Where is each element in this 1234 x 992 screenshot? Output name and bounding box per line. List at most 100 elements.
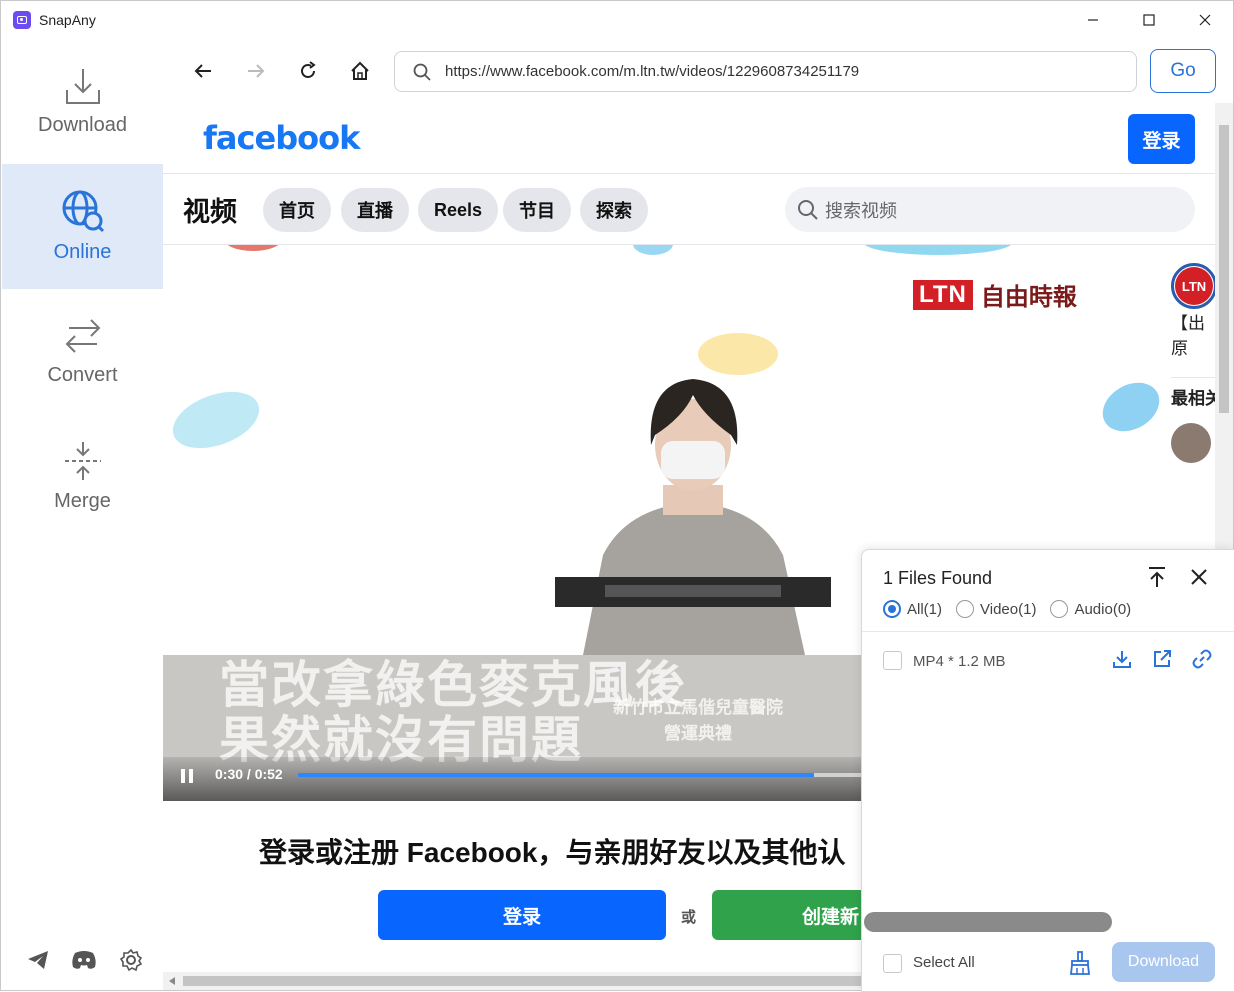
minimize-button[interactable] — [1065, 1, 1121, 39]
related-column: LTN 【出原 害】... 最相关 — [1171, 263, 1215, 463]
back-button[interactable] — [189, 57, 217, 85]
panel-footer: Select All Download — [862, 942, 1234, 992]
sidebar-item-label: Online — [53, 241, 112, 263]
fb-login-button[interactable]: 登录 — [1128, 114, 1195, 164]
select-all-checkbox[interactable] — [883, 954, 902, 973]
sidebar-footer — [27, 948, 143, 972]
search-icon — [798, 199, 818, 220]
video-progress-fill — [298, 773, 814, 777]
go-button[interactable]: Go — [1150, 49, 1216, 93]
pause-button[interactable] — [181, 769, 195, 783]
sidebar-item-label: Merge — [54, 490, 111, 512]
scroll-thumb[interactable] — [183, 976, 863, 986]
decor-blob — [863, 245, 1013, 255]
app-logo-icon — [13, 11, 31, 29]
file-type-filters: All(1) Video(1) Audio(0) — [883, 600, 1131, 618]
tab-reels[interactable]: Reels — [418, 188, 499, 232]
sidebar-item-label: Convert — [47, 364, 118, 386]
radio — [956, 600, 975, 618]
file-label: MP4 * 1.2 MB — [913, 653, 1006, 670]
filter-label: Video(1) — [980, 600, 1037, 618]
tab-home[interactable]: 首页 — [263, 188, 331, 232]
url-input[interactable]: https://www.facebook.com/m.ltn.tw/videos… — [394, 51, 1137, 92]
sidebar-item-online[interactable]: Online — [2, 164, 163, 289]
link-icon[interactable] — [1192, 649, 1212, 669]
video-caption-small: 新竹市立馬偕兒童醫院 營運典禮 — [613, 698, 783, 743]
clear-broom-icon[interactable] — [1069, 951, 1091, 975]
window-controls — [1065, 1, 1233, 39]
forward-button[interactable] — [242, 57, 270, 85]
filter-all[interactable]: All(1) — [883, 600, 942, 618]
open-external-icon[interactable] — [1152, 649, 1172, 669]
ltn-watermark: LTN 自由時報 — [913, 277, 1077, 312]
maximize-button[interactable] — [1121, 1, 1177, 39]
panel-header-icons — [1147, 566, 1209, 588]
ltn-logo-box: LTN — [913, 279, 973, 310]
horizontal-scrollbar[interactable] — [163, 972, 863, 990]
swap-arrows-icon — [65, 319, 100, 353]
select-all-label: Select All — [913, 954, 975, 971]
filter-video[interactable]: Video(1) — [956, 600, 1036, 618]
radio — [1050, 600, 1069, 618]
sidebar-item-label: Download — [38, 114, 127, 136]
decor-blob — [165, 381, 267, 459]
sidebar: Download Online Convert Merge — [2, 39, 163, 990]
panel-scroll-thumb[interactable] — [864, 912, 1112, 932]
file-actions — [1112, 649, 1212, 669]
decor-blob — [223, 245, 283, 251]
close-icon[interactable] — [1189, 566, 1209, 588]
panel-header: 1 Files Found All(1) Video(1) Audio(0) — [862, 550, 1234, 632]
telegram-icon[interactable] — [27, 950, 49, 970]
browser-toolbar: https://www.facebook.com/m.ltn.tw/videos… — [163, 39, 1233, 103]
home-button[interactable] — [346, 57, 374, 85]
sidebar-item-download[interactable]: Download — [2, 39, 163, 164]
pin-top-icon[interactable] — [1147, 566, 1167, 588]
discord-icon[interactable] — [71, 950, 97, 970]
speaker-figure — [555, 379, 831, 655]
or-label: 或 — [681, 909, 697, 926]
filter-audio[interactable]: Audio(0) — [1050, 600, 1131, 618]
tab-shows[interactable]: 节目 — [503, 188, 571, 232]
merge-icon — [64, 442, 101, 480]
reload-button[interactable] — [294, 57, 322, 85]
facebook-video-nav: 视频 首页 直播 Reels 节目 探索 搜索视频 — [163, 174, 1215, 245]
filter-label: All(1) — [907, 600, 943, 618]
related-avatar[interactable] — [1171, 423, 1211, 463]
forward-arrow-icon — [248, 64, 265, 78]
decor-blob — [1094, 372, 1163, 442]
facebook-logo[interactable]: facebook — [203, 119, 360, 157]
reload-icon — [301, 61, 316, 78]
avatar-text: LTN — [1175, 267, 1213, 305]
gear-icon[interactable] — [119, 948, 143, 972]
file-checkbox[interactable] — [883, 651, 902, 670]
video-time: 0:30 / 0:52 — [215, 766, 283, 782]
globe-search-icon — [62, 190, 104, 233]
ltn-avatar[interactable]: LTN — [1171, 263, 1215, 309]
scroll-thumb[interactable] — [1219, 125, 1229, 413]
files-panel: 1 Files Found All(1) Video(1) Audio(0) M… — [861, 549, 1234, 992]
download-button[interactable]: Download — [1112, 942, 1215, 982]
search-placeholder: 搜索视频 — [825, 200, 897, 221]
tab-live[interactable]: 直播 — [341, 188, 409, 232]
filter-label: Audio(0) — [1074, 600, 1132, 618]
close-button[interactable] — [1177, 1, 1233, 39]
video-search-input[interactable]: 搜索视频 — [785, 187, 1195, 232]
video-section-title: 视频 — [183, 197, 237, 227]
scroll-left-icon[interactable] — [169, 977, 175, 985]
download-icon[interactable] — [1112, 649, 1132, 669]
radio-checked — [883, 600, 901, 618]
signup-prompt: 登录或注册 Facebook，与亲朋好友以及其他认 — [259, 837, 846, 868]
home-icon — [351, 61, 369, 80]
ltn-logo-text: 自由時報 — [980, 282, 1077, 311]
title-bar: SnapAny — [1, 1, 1233, 39]
related-title[interactable]: 【出原 害】... — [1171, 311, 1215, 361]
sidebar-item-merge[interactable]: Merge — [2, 414, 163, 539]
facebook-header: facebook 登录 — [163, 103, 1215, 174]
tab-explore[interactable]: 探索 — [580, 188, 648, 232]
sidebar-item-convert[interactable]: Convert — [2, 289, 163, 414]
download-icon — [65, 69, 100, 104]
back-arrow-icon — [194, 64, 211, 78]
decor-blob — [633, 245, 673, 255]
related-heading: 最相关 — [1171, 377, 1215, 409]
login-button[interactable]: 登录 — [378, 890, 666, 940]
